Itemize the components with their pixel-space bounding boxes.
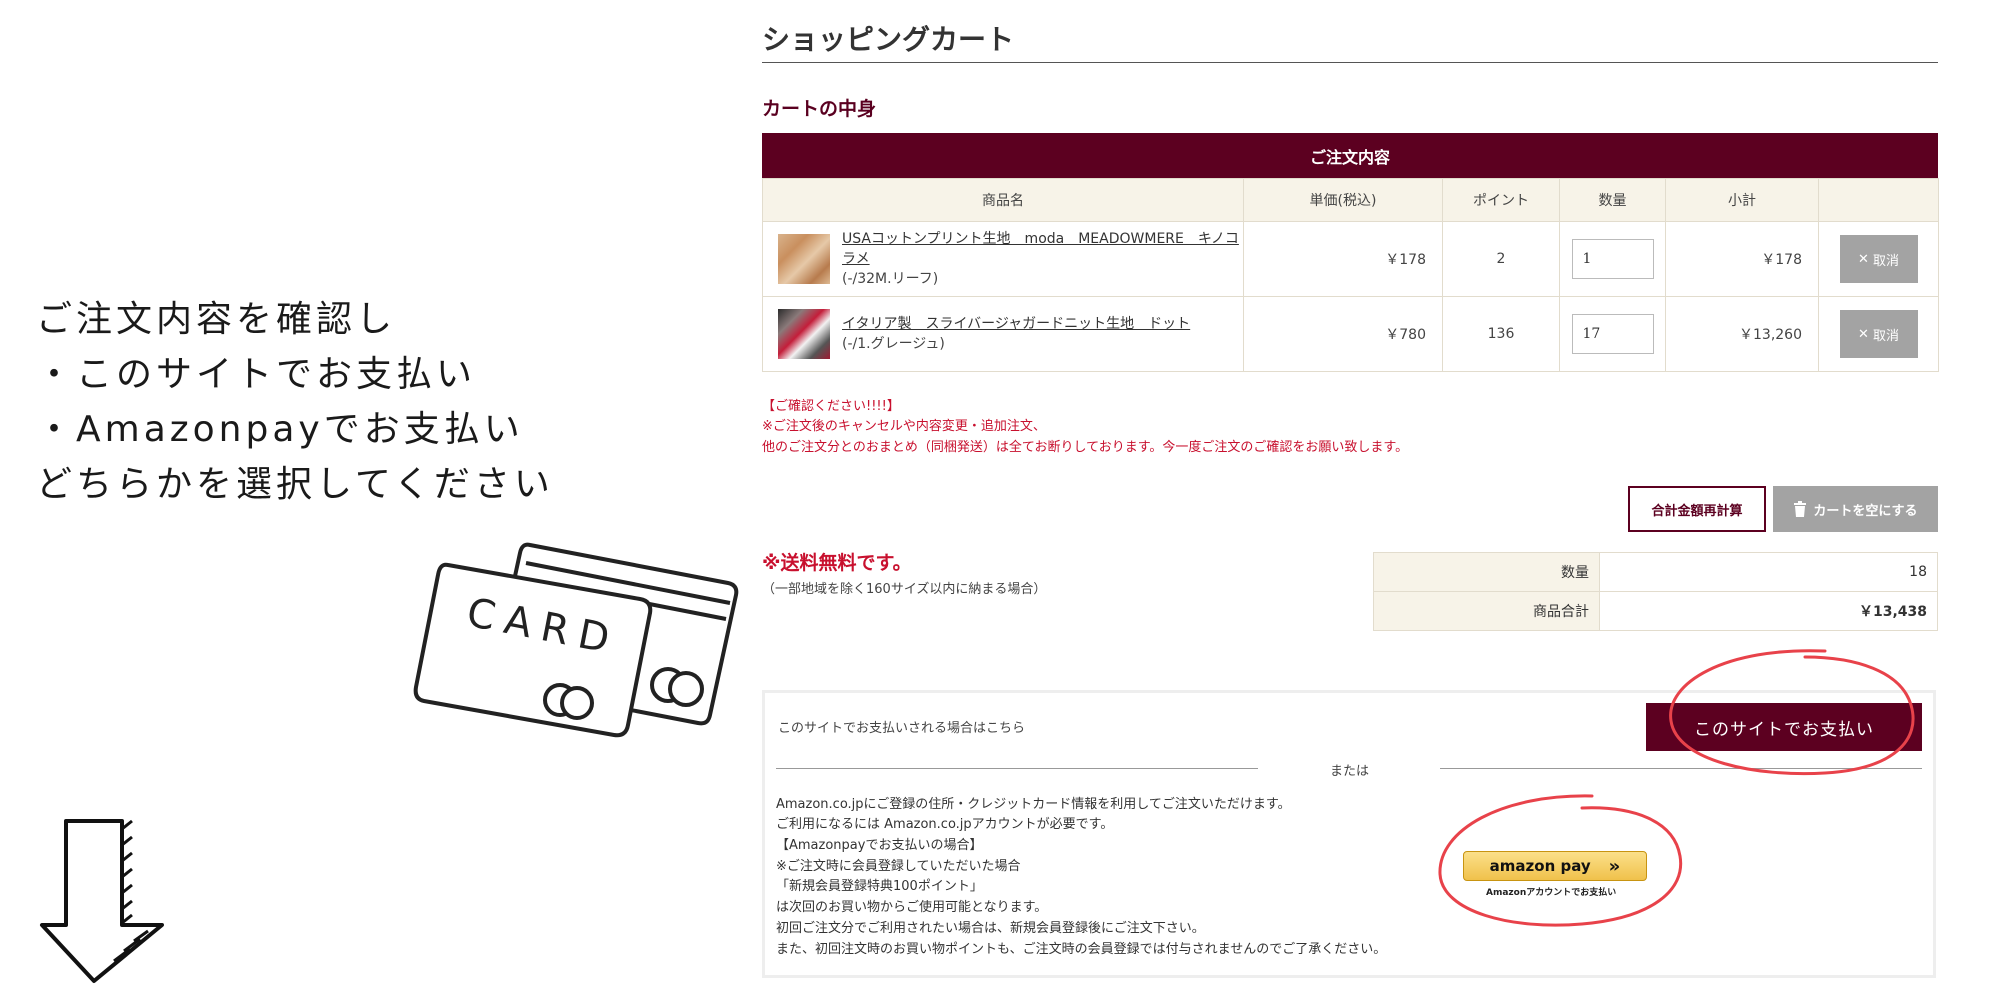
table-row: イタリア製 スライバージャガードニット生地 ドット (-/1.グレージュ) ￥7… <box>762 296 1939 372</box>
product-thumbnail[interactable] <box>778 234 830 284</box>
column-header-quantity: 数量 <box>1559 178 1666 222</box>
credit-card-icon: CARD <box>413 542 739 738</box>
product-link[interactable]: USAコットンプリント生地 moda MEADOWMERE キノコラメ <box>842 231 1239 267</box>
column-header-price: 単価(税込) <box>1243 178 1443 222</box>
close-icon: ✕ <box>1858 326 1869 341</box>
amazon-info-line: 初回ご注文分でご利用されたい場合は、新規会員登録後にご注文下さい。 <box>776 921 1205 936</box>
quantity-input[interactable] <box>1571 239 1654 279</box>
product-variant: (-/1.グレージュ) <box>842 336 945 352</box>
summary-quantity-value: 18 <box>1599 552 1938 592</box>
free-shipping-label: ※送料無料です。 <box>762 552 912 574</box>
unit-price: ￥780 <box>1243 296 1443 372</box>
arrow-down-icon <box>40 819 164 983</box>
cart-table: 商品名 単価(税込) ポイント 数量 小計 USAコットンプリント生地 moda… <box>762 178 1939 372</box>
empty-cart-button[interactable]: カートを空にする <box>1773 486 1938 532</box>
product-cell: イタリア製 スライバージャガードニット生地 ドット (-/1.グレージュ) <box>764 309 1242 359</box>
product-thumbnail[interactable] <box>778 309 830 359</box>
product-cell: USAコットンプリント生地 moda MEADOWMERE キノコラメ (-/3… <box>764 229 1242 289</box>
section-heading: カートの中身 <box>762 98 877 120</box>
product-link[interactable]: イタリア製 スライバージャガードニット生地 ドット <box>842 316 1190 332</box>
warning-line: ※ご注文後のキャンセルや内容変更・追加注文、 <box>762 419 1046 434</box>
trash-icon <box>1794 501 1807 517</box>
quantity-input[interactable] <box>1571 314 1654 354</box>
annotation-line-4: どちらかを選択してください <box>36 464 554 505</box>
summary-row-quantity: 数量 18 <box>1373 552 1938 592</box>
order-header: ご注文内容 <box>762 133 1938 178</box>
warning-title: 【ご確認ください!!!!】 <box>762 399 900 414</box>
or-separator: または <box>1330 764 1370 779</box>
warning-line: 他のご注文分とのおまとめ（同梱発送）は全てお断りしております。今一度ご注文のご確… <box>762 440 1409 455</box>
column-header-product: 商品名 <box>762 178 1244 222</box>
highlight-circle <box>1438 794 1683 927</box>
cancel-label: 取消 <box>1872 327 1899 343</box>
recalculate-button[interactable]: 合計金額再計算 <box>1628 486 1766 532</box>
amazon-info-line: ご利用になるには Amazon.co.jpアカウントが必要です。 <box>776 817 1114 832</box>
order-summary: 数量 18 商品合計 ￥13,438 <box>1373 552 1938 631</box>
amazon-info-line: また、初回注文時のお買い物ポイントも、ご注文時の会員登録では付与されませんのでご… <box>776 942 1387 957</box>
annotation-line-2: ・このサイトでお支払い <box>36 354 477 395</box>
line-subtotal: ￥13,260 <box>1665 296 1819 372</box>
amazon-info-line: 【Amazonpayでお支払いの場合】 <box>776 838 983 853</box>
close-icon: ✕ <box>1858 251 1869 266</box>
cancel-button[interactable]: ✕ 取消 <box>1839 235 1918 283</box>
annotation-line-1: ご注文内容を確認し <box>36 299 397 340</box>
amazon-info-line: Amazon.co.jpにご登録の住所・クレジットカード情報を利用してご注文いた… <box>776 797 1291 812</box>
points: 2 <box>1442 221 1560 297</box>
cancel-button[interactable]: ✕ 取消 <box>1839 310 1918 358</box>
annotation-line-3: ・Amazonpayでお支払い <box>36 409 524 450</box>
line-subtotal: ￥178 <box>1665 221 1819 297</box>
amazon-info-line: 「新規会員登録特典100ポイント」 <box>776 879 983 894</box>
or-divider-left <box>776 768 1258 769</box>
table-row: USAコットンプリント生地 moda MEADOWMERE キノコラメ (-/3… <box>762 221 1939 297</box>
points: 136 <box>1442 296 1560 372</box>
cancel-label: 取消 <box>1872 252 1899 268</box>
summary-total-label: 商品合計 <box>1373 591 1600 631</box>
amazon-info-line: は次回のお買い物からご使用可能となります。 <box>776 900 1048 915</box>
title-divider <box>762 62 1938 63</box>
page-title: ショッピングカート <box>762 23 1015 56</box>
highlight-circle <box>1669 649 1915 776</box>
empty-cart-label: カートを空にする <box>1813 503 1918 519</box>
summary-row-total: 商品合計 ￥13,438 <box>1373 591 1938 631</box>
unit-price: ￥178 <box>1243 221 1443 297</box>
amazon-info-line: ※ご注文時に会員登録していただいた場合 <box>776 859 1021 874</box>
site-pay-description: このサイトでお支払いされる場合はこちら <box>778 721 1026 736</box>
summary-total-value: ￥13,438 <box>1599 591 1938 631</box>
summary-quantity-label: 数量 <box>1373 552 1600 592</box>
product-variant: (-/32M.リーフ) <box>842 271 939 287</box>
column-header-points: ポイント <box>1442 178 1560 222</box>
column-header-subtotal: 小計 <box>1665 178 1819 222</box>
cart-header-row: 商品名 単価(税込) ポイント 数量 小計 <box>762 178 1939 222</box>
free-shipping-note: （一部地域を除く160サイズ以内に納まる場合） <box>762 582 1047 597</box>
column-header-action <box>1818 178 1939 222</box>
